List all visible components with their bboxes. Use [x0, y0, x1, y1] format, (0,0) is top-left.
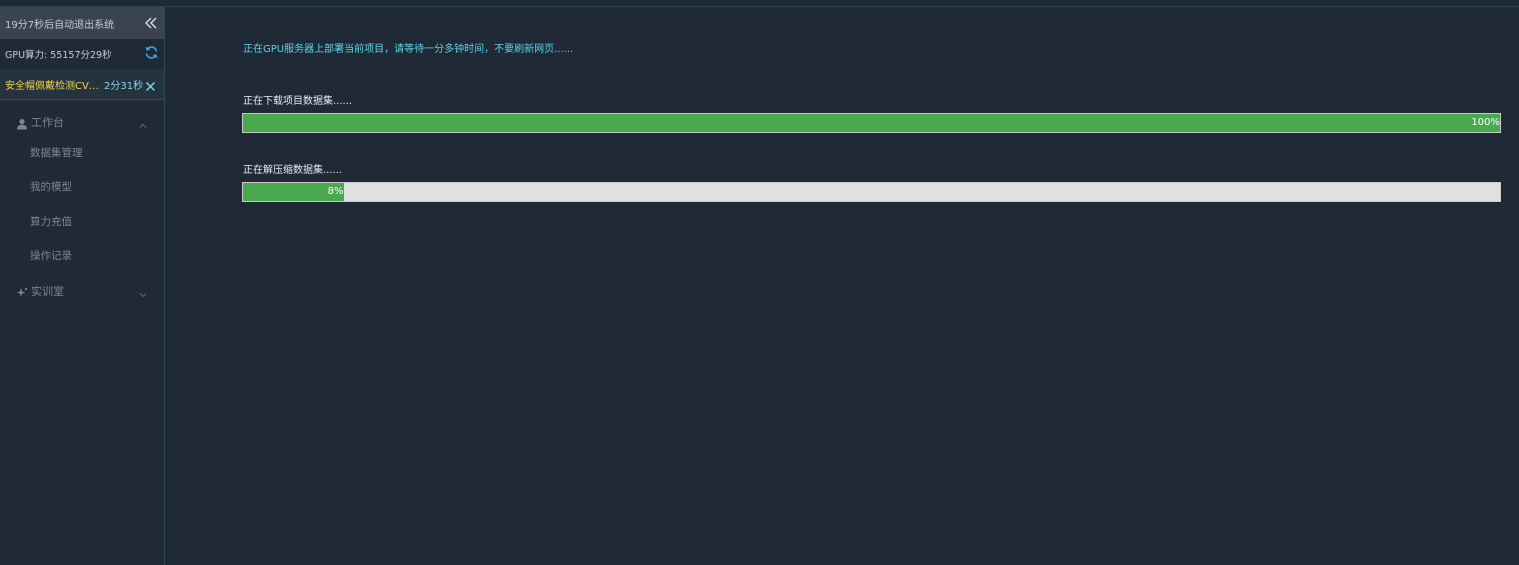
chevron-down-icon: [138, 285, 148, 298]
nav-group-label: 工作台: [31, 116, 64, 129]
sidebar-item-datasets[interactable]: 数据集管理: [30, 145, 83, 163]
sidebar-divider: [0, 99, 164, 100]
download-step-label: 正在下载项目数据集......: [243, 96, 353, 107]
chevron-up-icon: [138, 116, 148, 128]
download-progress-fill: 100%: [243, 114, 1500, 132]
running-task[interactable]: 安全帽佩戴检测CVPR 2分31秒: [0, 69, 164, 99]
unzip-step-label: 正在解压缩数据集......: [243, 165, 343, 176]
sidebar-item-models[interactable]: 我的模型: [30, 179, 72, 197]
download-progress-bar: 100%: [242, 113, 1501, 133]
sidebar: 19分7秒后自动退出系统 GPU算力: 55157分29秒 安全帽佩戴检测CVP…: [0, 7, 165, 565]
nav-group-workbench[interactable]: 工作台: [0, 108, 164, 134]
countdown-text: 19分7秒后自动退出系统: [5, 20, 115, 31]
logout-countdown: 19分7秒后自动退出系统: [0, 7, 164, 39]
close-icon[interactable]: [145, 77, 156, 92]
download-progress-text: 100%: [1471, 117, 1500, 128]
deploy-notice: 正在GPU服务器上部署当前项目，请等待一分多钟时间，不要刷新网页......: [243, 44, 574, 55]
task-time: 2分31秒: [104, 81, 144, 92]
sparkle-icon: [16, 284, 28, 297]
nav-group-label: 实训室: [31, 285, 64, 298]
collapse-sidebar-icon[interactable]: [144, 15, 158, 29]
main-content: 正在GPU服务器上部署当前项目，请等待一分多钟时间，不要刷新网页...... 正…: [165, 7, 1519, 565]
unzip-progress-text: 8%: [327, 186, 344, 197]
refresh-icon[interactable]: [144, 45, 159, 60]
gpu-quota: GPU算力: 55157分29秒: [0, 39, 164, 69]
user-icon: [16, 115, 28, 130]
sidebar-item-recharge[interactable]: 算力充值: [30, 214, 72, 232]
task-name: 安全帽佩戴检测CVPR: [5, 81, 99, 92]
unzip-progress-fill: 8%: [243, 183, 344, 201]
unzip-progress-bar: 8%: [242, 182, 1501, 202]
gpu-quota-text: GPU算力: 55157分29秒: [5, 50, 112, 61]
nav-group-lab[interactable]: 实训室: [0, 277, 164, 303]
sidebar-item-logs[interactable]: 操作记录: [30, 248, 72, 266]
